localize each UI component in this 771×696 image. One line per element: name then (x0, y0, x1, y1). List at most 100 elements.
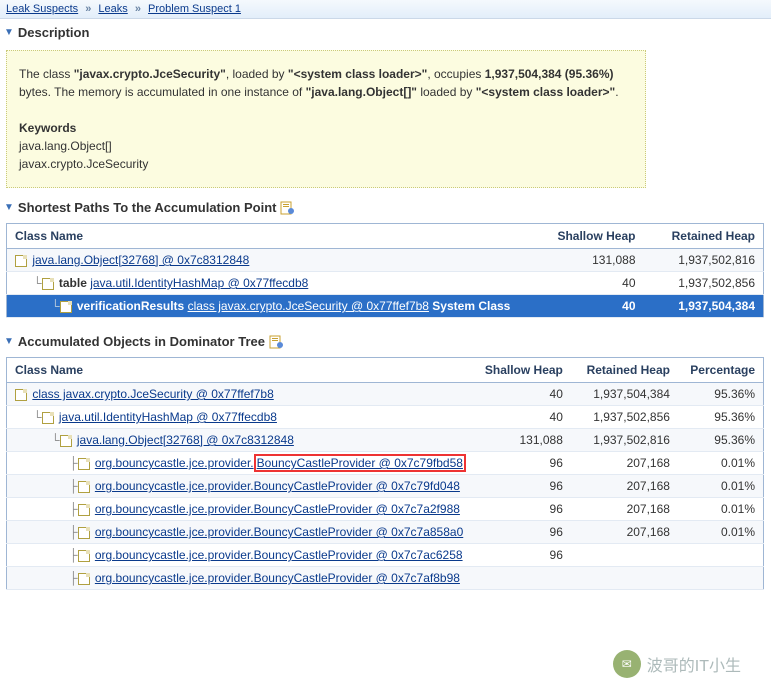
report-icon (269, 335, 283, 349)
object-icon (60, 435, 72, 447)
col-shallow-heap: Shallow Heap (474, 358, 571, 383)
keyword: javax.crypto.JceSecurity (19, 157, 148, 171)
object-icon (78, 550, 90, 562)
col-retained-heap: Retained Heap (644, 224, 764, 249)
table-row[interactable]: └ java.lang.Object[32768] @ 0x7c8312848 … (7, 429, 764, 452)
object-link[interactable]: java.lang.Object[32768] @ 0x7c8312848 (77, 433, 294, 447)
desc-loader: "<system class loader>" (476, 85, 615, 99)
section-title: Shortest Paths To the Accumulation Point (18, 200, 277, 215)
shallow-value: 40 (474, 406, 571, 429)
section-header-description: ▼ Description (0, 19, 771, 44)
keyword: java.lang.Object[] (19, 139, 112, 153)
pct-value (678, 567, 764, 590)
object-link[interactable]: java.util.IdentityHashMap @ 0x77ffecdb8 (90, 276, 308, 290)
section-header-shortest-paths: ▼ Shortest Paths To the Accumulation Poi… (0, 194, 771, 219)
object-icon (78, 481, 90, 493)
object-link[interactable]: org.bouncycastle.jce.provider.BouncyCast… (95, 454, 466, 472)
desc-text: bytes. The memory is accumulated in one … (19, 85, 306, 99)
object-link[interactable]: org.bouncycastle.jce.provider.BouncyCast… (95, 525, 463, 539)
pct-value: 0.01% (678, 475, 764, 498)
object-link[interactable]: org.bouncycastle.jce.provider.BouncyCast… (95, 548, 463, 562)
retained-value: 1,937,502,816 (644, 249, 764, 272)
collapse-icon[interactable]: ▼ (4, 336, 14, 347)
retained-value: 1,937,502,856 (571, 406, 678, 429)
section-title: Description (18, 25, 90, 40)
object-link[interactable]: org.bouncycastle.jce.provider.BouncyCast… (95, 502, 460, 516)
object-link[interactable]: java.util.IdentityHashMap @ 0x77ffecdb8 (59, 410, 277, 424)
table-row[interactable]: ├ org.bouncycastle.jce.provider.BouncyCa… (7, 521, 764, 544)
retained-value: 1,937,504,384 (571, 383, 678, 406)
table-row[interactable]: └ java.util.IdentityHashMap @ 0x77ffecdb… (7, 406, 764, 429)
breadcrumb-sep-icon: » (85, 3, 91, 15)
table-row[interactable]: ├ org.bouncycastle.jce.provider.BouncyCa… (7, 475, 764, 498)
desc-size: 1,937,504,384 (95.36%) (485, 67, 614, 81)
shallow-value: 40 (534, 295, 644, 318)
table-header-row: Class Name Shallow Heap Retained Heap (7, 224, 764, 249)
shallow-value: 96 (474, 544, 571, 567)
breadcrumb: Leak Suspects » Leaks » Problem Suspect … (0, 0, 771, 19)
table-row[interactable]: java.lang.Object[32768] @ 0x7c8312848 13… (7, 249, 764, 272)
wechat-icon: ✉ (613, 650, 641, 678)
retained-value: 207,168 (571, 475, 678, 498)
breadcrumb-item[interactable]: Leaks (98, 3, 127, 15)
object-link[interactable]: java.lang.Object[32768] @ 0x7c8312848 (32, 253, 249, 267)
field-name: table (59, 276, 90, 290)
retained-value: 207,168 (571, 521, 678, 544)
object-icon (15, 255, 27, 267)
retained-value: 1,937,502,816 (571, 429, 678, 452)
shallow-value: 96 (474, 521, 571, 544)
field-name: verificationResults (77, 299, 188, 313)
object-link[interactable]: org.bouncycastle.jce.provider.BouncyCast… (95, 571, 460, 585)
col-class-name: Class Name (7, 358, 474, 383)
collapse-icon[interactable]: ▼ (4, 202, 14, 213)
retained-value: 207,168 (571, 452, 678, 475)
class-icon (15, 389, 27, 401)
breadcrumb-item[interactable]: Problem Suspect 1 (148, 3, 241, 15)
table-row[interactable]: class javax.crypto.JceSecurity @ 0x77ffe… (7, 383, 764, 406)
table-row[interactable]: ├ org.bouncycastle.jce.provider.BouncyCa… (7, 544, 764, 567)
desc-text: , occupies (427, 67, 484, 81)
object-link[interactable]: class javax.crypto.JceSecurity @ 0x77ffe… (188, 299, 429, 313)
object-icon (60, 301, 72, 313)
shallow-value: 131,088 (534, 249, 644, 272)
shortest-paths-table: Class Name Shallow Heap Retained Heap ja… (6, 223, 764, 318)
watermark: ✉ 波哥的IT小生 (613, 650, 741, 678)
desc-loader: "<system class loader>" (288, 67, 427, 81)
object-icon (78, 573, 90, 585)
object-link[interactable]: org.bouncycastle.jce.provider.BouncyCast… (95, 479, 460, 493)
table-row[interactable]: ├ org.bouncycastle.jce.provider.BouncyCa… (7, 498, 764, 521)
table-row[interactable]: ├ org.bouncycastle.jce.provider.BouncyCa… (7, 567, 764, 590)
retained-value: 207,168 (571, 498, 678, 521)
desc-class: "javax.crypto.JceSecurity" (74, 67, 226, 81)
report-icon (280, 201, 294, 215)
object-icon (78, 458, 90, 470)
pct-value: 95.36% (678, 429, 764, 452)
retained-value (571, 544, 678, 567)
object-icon (78, 527, 90, 539)
table-row-selected[interactable]: └ verificationResults class javax.crypto… (7, 295, 764, 318)
shallow-value (474, 567, 571, 590)
collapse-icon[interactable]: ▼ (4, 27, 14, 38)
retained-value: 1,937,504,384 (644, 295, 764, 318)
table-header-row: Class Name Shallow Heap Retained Heap Pe… (7, 358, 764, 383)
keywords-label: Keywords (19, 121, 76, 135)
breadcrumb-sep-icon: » (135, 3, 141, 15)
shallow-value: 96 (474, 475, 571, 498)
col-shallow-heap: Shallow Heap (534, 224, 644, 249)
pct-value: 0.01% (678, 521, 764, 544)
section-title: Accumulated Objects in Dominator Tree (18, 334, 265, 349)
retained-value: 1,937,502,856 (644, 272, 764, 295)
table-row[interactable]: └ table java.util.IdentityHashMap @ 0x77… (7, 272, 764, 295)
object-link[interactable]: class javax.crypto.JceSecurity @ 0x77ffe… (32, 387, 273, 401)
shallow-value: 40 (534, 272, 644, 295)
col-class-name: Class Name (7, 224, 534, 249)
breadcrumb-item[interactable]: Leak Suspects (6, 3, 78, 15)
suffix-label: System Class (429, 299, 510, 313)
desc-text: , loaded by (226, 67, 288, 81)
table-row[interactable]: ├ org.bouncycastle.jce.provider.BouncyCa… (7, 452, 764, 475)
shallow-value: 40 (474, 383, 571, 406)
desc-class: "java.lang.Object[]" (306, 85, 417, 99)
object-icon (78, 504, 90, 516)
object-icon (42, 278, 54, 290)
section-header-accumulated: ▼ Accumulated Objects in Dominator Tree (0, 328, 771, 353)
